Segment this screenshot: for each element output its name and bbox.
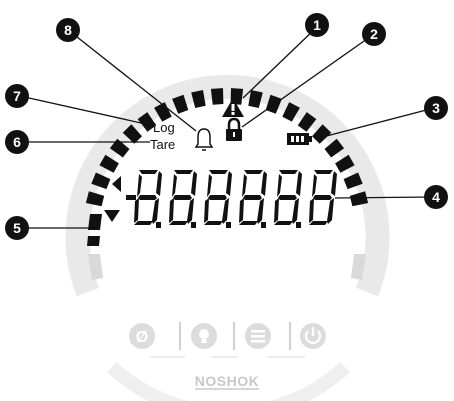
callout-8: 8: [56, 18, 80, 42]
seven-segment-digit: [274, 170, 302, 225]
callout-4: 4: [424, 185, 448, 209]
tare-label: Tare: [150, 137, 175, 152]
lcd-callout-diagram: Log Tare 1 2 3 4 5 6 7 8 Ø NOSHOK: [5, 13, 448, 401]
bargraph-segment: [87, 236, 100, 246]
svg-text:6: 6: [13, 134, 21, 150]
minus-sign: [126, 195, 136, 200]
bell-icon: [194, 128, 214, 151]
zero-button-icon: Ø: [136, 329, 148, 346]
callout-1: 1: [305, 13, 329, 37]
zero-button[interactable]: Ø: [129, 323, 155, 349]
padlock-icon: [226, 117, 242, 141]
up-arrow-icon: [112, 176, 121, 192]
diagram-stage: Log Tare 1 2 3 4 5 6 7 8 Ø NOSHOK: [0, 0, 454, 401]
callout-6: 6: [5, 130, 29, 154]
battery-icon: [287, 133, 312, 145]
seven-segment-digit: [204, 170, 232, 225]
main-digit-display: [134, 170, 337, 225]
svg-text:4: 4: [432, 189, 440, 205]
svg-text:8: 8: [64, 22, 72, 38]
bargraph-lower-segments: [88, 254, 366, 280]
power-button[interactable]: [300, 323, 326, 349]
down-arrow-icon: [104, 210, 120, 222]
seven-segment-digit: [169, 170, 197, 225]
seven-segment-digit: [309, 170, 337, 225]
callout-7: 7: [5, 84, 29, 108]
svg-text:1: 1: [313, 17, 321, 33]
bargraph-segment: [210, 88, 224, 105]
backlight-button[interactable]: [191, 323, 217, 349]
menu-button[interactable]: [245, 323, 271, 349]
svg-text:5: 5: [13, 220, 21, 236]
svg-text:7: 7: [13, 88, 21, 104]
svg-text:2: 2: [370, 26, 378, 42]
callout-3: 3: [424, 96, 448, 120]
callout-2: 2: [362, 22, 386, 46]
log-label: Log: [153, 120, 175, 135]
menu-button-icon: [251, 330, 265, 343]
brand-logo: NOSHOK: [195, 373, 259, 390]
seven-segment-digit: [134, 170, 162, 225]
svg-text:NOSHOK: NOSHOK: [195, 373, 259, 389]
seven-segment-digit: [239, 170, 267, 225]
callout-5: 5: [5, 216, 29, 240]
svg-text:3: 3: [432, 100, 440, 116]
